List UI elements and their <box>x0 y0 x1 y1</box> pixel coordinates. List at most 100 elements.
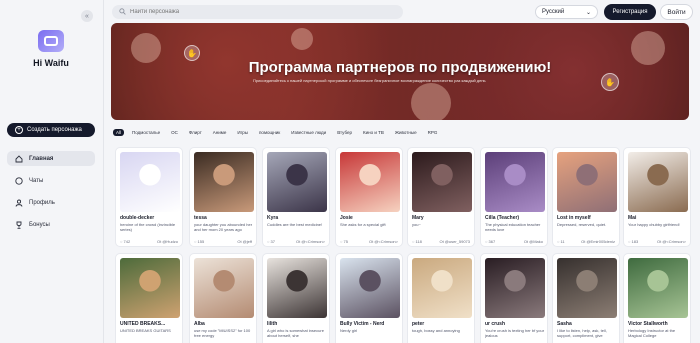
tag-item[interactable]: Животные <box>392 129 420 136</box>
sidebar-nav: Главная Чаты Профиль Бонусы <box>7 151 95 239</box>
character-author[interactable]: Ot @<Crimson> <box>296 239 325 244</box>
sidebar-item-home[interactable]: Главная <box>7 151 95 166</box>
character-name: Bully Victim - Nerd <box>340 321 385 327</box>
character-description: heroine of the crowd (invincible series) <box>120 222 176 232</box>
tag-item[interactable]: помощник <box>256 129 283 136</box>
tag-item[interactable]: Кино и ТВ <box>360 129 387 136</box>
character-avatar <box>485 152 545 212</box>
character-card[interactable]: peter tough, bossy and annoying <box>407 253 475 343</box>
character-avatar <box>628 258 688 318</box>
character-avatar <box>412 152 472 212</box>
character-card[interactable]: Victor Stallworth Herbology Instructor at… <box>623 253 691 343</box>
tag-all[interactable]: All <box>113 129 125 136</box>
character-author[interactable]: Ot @<Crimson> <box>369 239 398 244</box>
character-author[interactable]: Ot @<Crimson> <box>657 239 686 244</box>
character-avatar <box>557 152 617 212</box>
trophy-icon <box>15 221 23 229</box>
character-author[interactable]: Ot @Emir005deniz <box>581 239 615 244</box>
chat-count-value: 37 <box>270 239 275 244</box>
character-card[interactable]: Mary you~ ◌ 118 Ot @user_59073 <box>407 147 475 247</box>
character-card[interactable]: double-decker heroine of the crowd (invin… <box>115 147 183 247</box>
character-description: tough, bossy and annoying <box>412 328 460 333</box>
tag-item[interactable]: Известные люди <box>288 129 329 136</box>
character-name: double-decker <box>120 215 155 221</box>
chat-count: ◌ 37 <box>267 239 275 244</box>
character-description: A girl who is somewhat insecure about he… <box>267 328 324 338</box>
create-character-button[interactable]: + Создать персонажа <box>7 123 95 137</box>
character-name: Alba <box>194 321 205 327</box>
chat-count: ◌ 742 <box>120 239 130 244</box>
sidebar-item-label: Чаты <box>29 177 44 184</box>
character-card[interactable]: Kyra Cuddles are the best medicine! ◌ 37 Ot… <box>262 147 330 247</box>
app-logo[interactable] <box>38 30 64 52</box>
character-card[interactable]: UNITED BREAKS... UNITED BREAKS GUITARS <box>115 253 183 343</box>
chat-count-value: 118 <box>415 239 422 244</box>
chat-count-value: 11 <box>560 239 565 244</box>
character-card[interactable]: Sasha I like to listen, help, ask, tell, … <box>552 253 620 343</box>
character-description: Your happy chubby girlfriend! <box>628 222 680 227</box>
character-description: UNITED BREAKS GUITARS <box>120 328 171 333</box>
character-author[interactable]: Ot @Hudzo <box>157 239 178 244</box>
character-author[interactable]: Ot @jeff <box>237 239 252 244</box>
chat-count-value: 742 <box>123 239 131 244</box>
tag-item[interactable]: Подмосталье <box>129 129 163 136</box>
character-avatar <box>267 258 327 318</box>
character-card[interactable]: Alba use my code "MIUISS2" for 100 free e… <box>189 253 257 343</box>
search-input[interactable] <box>130 9 380 15</box>
character-card[interactable]: Mai Your happy chubby girlfriend! ◌ 183 Ot … <box>623 147 691 247</box>
chat-count: ◌ 367 <box>485 239 495 244</box>
login-button[interactable]: Войти <box>660 4 693 20</box>
character-card[interactable]: ur crush You're crush is texting her bf y… <box>480 253 548 343</box>
tag-item[interactable]: RPG <box>425 129 441 136</box>
tag-item[interactable]: Втубер <box>334 129 355 136</box>
character-card[interactable]: Cilla (Teacher) The physical education te… <box>480 147 548 247</box>
character-description: Depressed, reserved, quiet. <box>557 222 607 227</box>
character-name: Josie <box>340 215 353 221</box>
create-character-label: Создать персонажа <box>27 127 82 133</box>
character-avatar <box>120 152 180 212</box>
character-avatar <box>412 258 472 318</box>
app-name: Hi Waifu <box>33 58 69 68</box>
character-card[interactable]: lilith A girl who is somewhat insecure ab… <box>262 253 330 343</box>
chat-count-value: 155 <box>197 239 205 244</box>
character-name: UNITED BREAKS... <box>120 321 166 327</box>
character-card[interactable]: Bully Victim - Nerd Nerdy girl <box>335 253 403 343</box>
plus-icon: + <box>15 126 23 134</box>
user-icon <box>15 199 23 207</box>
sidebar-item-chats[interactable]: Чаты <box>7 173 95 188</box>
character-avatar <box>557 258 617 318</box>
chat-count: ◌ 75 <box>340 239 348 244</box>
chat-count-value: 367 <box>488 239 496 244</box>
banner-title: Программа партнеров по продвижению! <box>248 59 552 76</box>
chat-count-value: 75 <box>343 239 348 244</box>
character-description: Herbology Instructor at the Magical Coll… <box>628 328 676 338</box>
sidebar-item-label: Главная <box>29 155 54 162</box>
character-avatar <box>485 258 545 318</box>
character-name: Cilla (Teacher) <box>485 215 520 221</box>
chat-count: ◌ 11 <box>557 239 565 244</box>
sidebar: « Hi Waifu + Создать персонажа Главная Ч… <box>0 0 104 343</box>
tag-item[interactable]: Игры <box>234 129 251 136</box>
sidebar-item-label: Профиль <box>29 199 55 206</box>
language-select[interactable]: Русский ⌄ <box>535 5 598 19</box>
promo-banner[interactable]: ✋ ✋ Программа партнеров по продвижению! … <box>111 23 689 120</box>
tag-item[interactable]: OC <box>168 129 181 136</box>
character-name: Mary <box>412 215 424 221</box>
character-description: Cuddles are the best medicine! <box>267 222 323 227</box>
tag-item[interactable]: Флирт <box>186 129 205 136</box>
character-card[interactable]: Josie She asks for a special gift ◌ 75 Ot @… <box>335 147 403 247</box>
register-button[interactable]: Регистрация <box>604 4 656 20</box>
character-name: ur crush <box>485 321 506 327</box>
character-card[interactable]: tessa your daughter you abounded her and … <box>189 147 257 247</box>
sidebar-item-profile[interactable]: Профиль <box>7 195 95 210</box>
character-author[interactable]: Ot @Mako <box>524 239 543 244</box>
character-description: She asks for a special gift <box>340 222 386 227</box>
sidebar-item-label: Бонусы <box>29 221 50 228</box>
character-author[interactable]: Ot @user_59073 <box>439 239 470 244</box>
sidebar-item-bonuses[interactable]: Бонусы <box>7 217 95 232</box>
search-bar[interactable] <box>112 5 403 19</box>
collapse-sidebar-button[interactable]: « <box>81 10 93 22</box>
language-selected: Русский <box>542 9 565 15</box>
tag-item[interactable]: Аниме <box>210 129 230 136</box>
character-card[interactable]: Lost in myself Depressed, reserved, quiet… <box>552 147 620 247</box>
